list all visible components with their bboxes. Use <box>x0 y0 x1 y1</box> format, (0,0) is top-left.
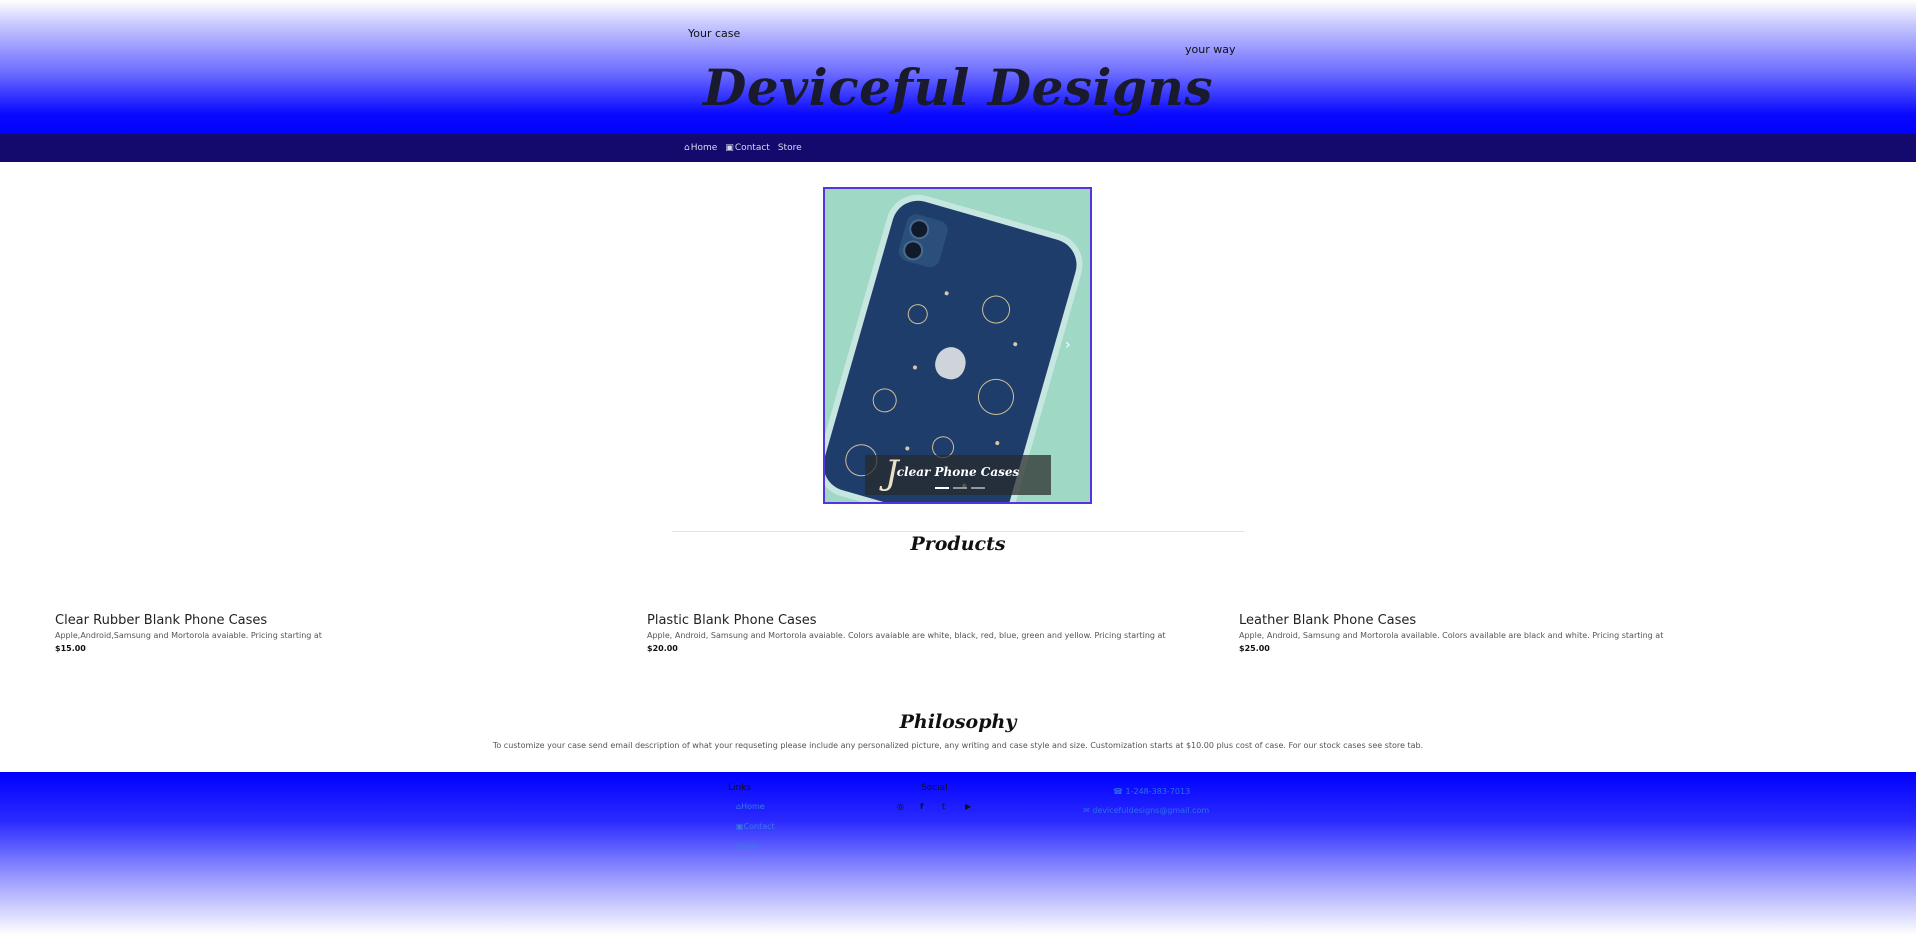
brand-title: Deviceful Designs <box>702 58 1213 117</box>
apple-logo-icon <box>931 343 970 383</box>
footer-links-heading: Links <box>728 783 752 793</box>
star-pattern <box>1012 341 1018 347</box>
carousel-indicator[interactable] <box>953 487 967 489</box>
contact-card-icon: ▣ <box>736 822 744 831</box>
product-description: Apple, Android, Samsung and Mortorola av… <box>1239 631 1664 640</box>
star-pattern <box>904 446 910 451</box>
product-name: Leather Blank Phone Cases <box>1239 613 1417 628</box>
nav-item-label: Store <box>777 143 802 153</box>
site-header: Your case your way Deviceful Designs <box>0 0 1916 134</box>
phone-number: 1-248-383-7013 <box>1125 787 1191 796</box>
nav-item-contact[interactable]: ▣ Contact <box>725 143 770 153</box>
email-icon: ✉ <box>1083 806 1093 815</box>
product-price: $15.00 <box>55 644 86 653</box>
planet-pattern <box>973 374 1019 420</box>
facebook-icon[interactable]: f <box>920 802 923 811</box>
carousel-indicator[interactable] <box>971 487 985 489</box>
product-card: Clear Rubber Blank Phone Cases Apple,And… <box>55 613 615 653</box>
product-card: Leather Blank Phone Cases Apple, Android… <box>1239 613 1799 653</box>
twitter-icon[interactable]: t <box>942 802 945 811</box>
footer-link-label: Contact <box>743 822 775 831</box>
star-pattern <box>944 290 950 296</box>
phone-camera <box>896 211 950 270</box>
nav-item-store[interactable]: Store <box>778 143 802 153</box>
nav-item-label: Home <box>690 143 718 153</box>
philosophy-title: Philosophy <box>899 711 1017 733</box>
contact-card-icon: ▣ <box>725 143 734 153</box>
site-footer: Links ⌂Home ▣Contact Store Social ◎ f t … <box>0 772 1916 935</box>
footer-phone[interactable]: ☎ 1-248-383-7013 <box>1113 787 1190 796</box>
product-name: Clear Rubber Blank Phone Cases <box>55 613 268 628</box>
footer-link-store[interactable]: Store <box>736 842 757 851</box>
home-icon: ⌂ <box>684 143 690 153</box>
planet-pattern <box>869 385 900 416</box>
footer-link-contact[interactable]: ▣Contact <box>736 822 775 831</box>
footer-link-label: Home <box>741 802 765 811</box>
star-pattern <box>994 440 1000 446</box>
carousel-next-icon[interactable]: › <box>1065 337 1071 353</box>
product-description: Apple,Android,Samsung and Mortorola avai… <box>55 631 322 640</box>
camera-lens <box>906 216 932 242</box>
philosophy-text: To customize your case send email descri… <box>492 741 1424 750</box>
footer-link-home[interactable]: ⌂Home <box>736 802 765 811</box>
product-name: Plastic Blank Phone Cases <box>647 613 817 628</box>
instagram-icon[interactable]: ◎ <box>897 802 904 811</box>
product-price: $20.00 <box>647 644 678 653</box>
carousel-caption: J clear Phone Cases <box>865 453 1051 495</box>
nav-item-label: Contact <box>734 143 770 153</box>
caption-text: clear Phone Cases <box>896 465 1020 479</box>
product-description: Apple, Android, Samsung and Mortorola av… <box>647 631 1166 640</box>
nav-items: ⌂ Home ▣ Contact Store <box>684 134 802 162</box>
footer-email[interactable]: ✉ devicefuldesigns@gmail.com <box>1083 806 1209 815</box>
nav-bar: ⌂ Home ▣ Contact Store <box>0 134 1916 162</box>
product-card: Plastic Blank Phone Cases Apple, Android… <box>647 613 1207 653</box>
camera-lens <box>900 238 926 263</box>
planet-pattern <box>905 301 931 327</box>
footer-link-label: Store <box>736 842 758 851</box>
nav-item-home[interactable]: ⌂ Home <box>684 143 717 153</box>
planet-pattern <box>978 292 1014 327</box>
carousel-indicator[interactable] <box>935 487 949 489</box>
product-price: $25.00 <box>1239 644 1270 653</box>
carousel-indicators <box>935 487 985 489</box>
products-title: Products <box>910 533 1006 555</box>
tagline-left: Your case <box>688 27 741 40</box>
section-divider <box>672 531 1244 532</box>
footer-social-heading: Social <box>921 783 948 793</box>
email-address: devicefuldesigns@gmail.com <box>1092 806 1210 815</box>
tagline-right: your way <box>1185 43 1236 56</box>
youtube-icon[interactable]: ▶ <box>965 802 971 811</box>
star-pattern <box>912 364 918 370</box>
phone-icon: ☎ <box>1113 787 1126 796</box>
product-carousel[interactable]: J clear Phone Cases › <box>823 187 1092 504</box>
